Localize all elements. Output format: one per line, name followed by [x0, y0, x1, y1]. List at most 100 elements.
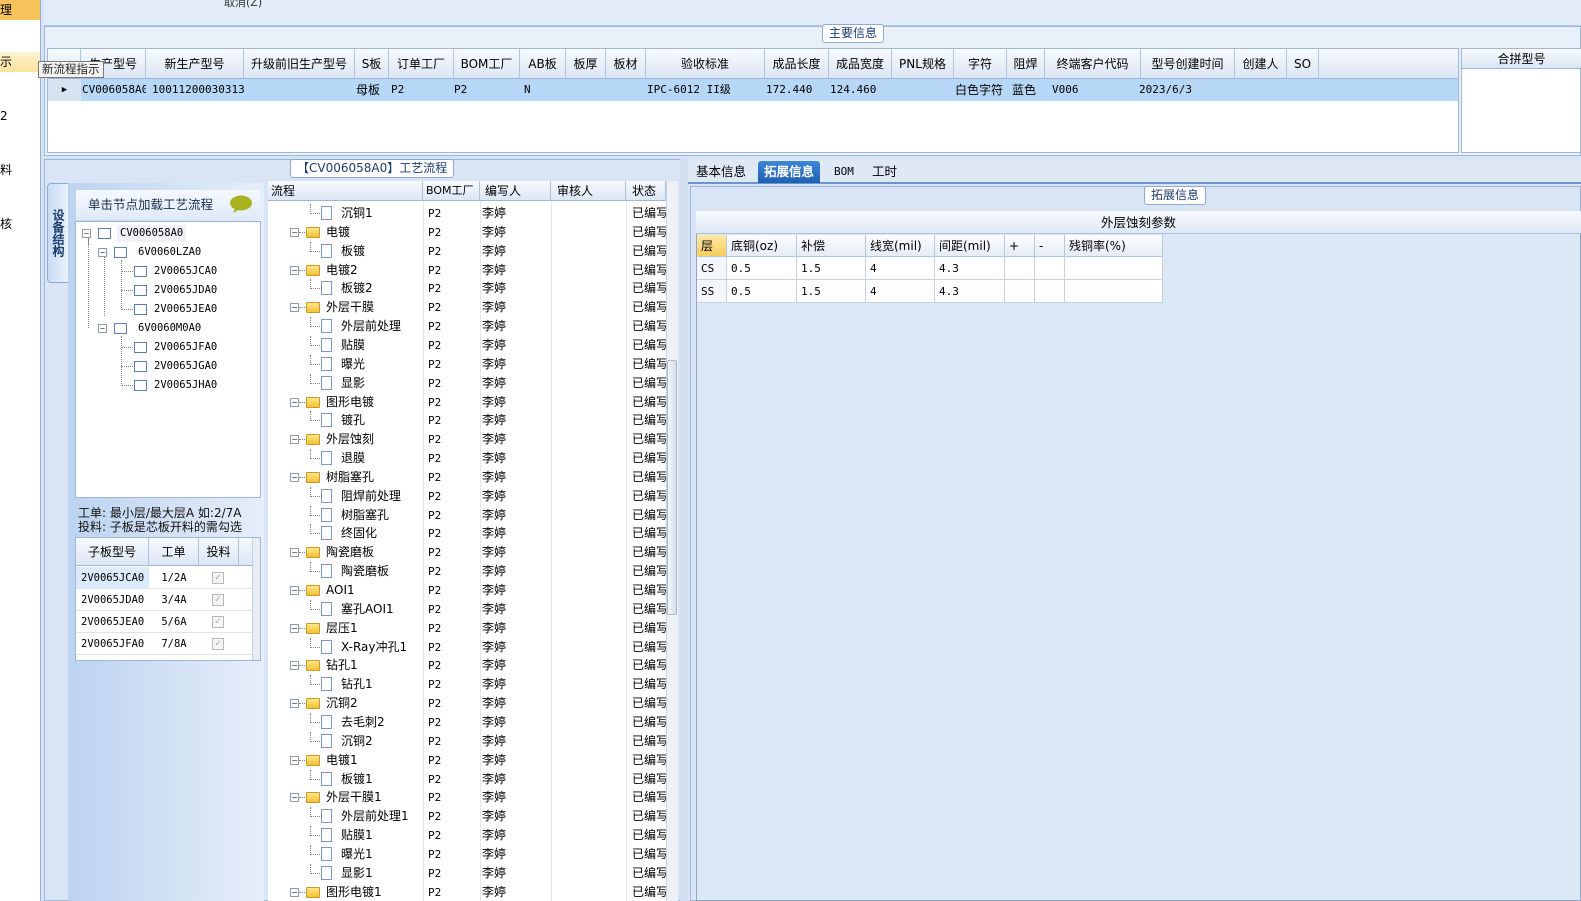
table-cell[interactable]: 母板 — [356, 79, 389, 101]
col-header[interactable]: 底铜(oz) — [727, 235, 797, 257]
collapse-icon[interactable]: − — [290, 265, 299, 275]
table-cell[interactable]: IPC-6012 II级 — [647, 79, 765, 101]
flow-row[interactable]: − 图形电镀 P2 李婷 已编写 — [268, 393, 666, 412]
scrollbar-thumb[interactable] — [667, 360, 677, 615]
col-header[interactable]: 补偿 — [797, 235, 866, 257]
flow-row[interactable]: 贴膜1 P2 李婷 已编写 — [268, 826, 666, 845]
table-cell[interactable]: 0.5 — [727, 280, 797, 303]
flow-row[interactable]: 板镀 P2 李婷 已编写 — [268, 241, 666, 261]
tab-extended-info[interactable]: 拓展信息 — [758, 161, 821, 183]
col-header[interactable]: 投料 — [199, 538, 239, 566]
col-header[interactable]: 型号创建时间 — [1141, 49, 1235, 79]
equipment-structure-tab[interactable]: 设备结构 — [47, 183, 69, 283]
flow-row[interactable]: 板镀2 P2 李婷 已编写 — [268, 279, 666, 298]
col-header[interactable]: - — [1035, 235, 1065, 257]
table-cell[interactable] — [1288, 79, 1319, 101]
flow-row[interactable]: 贴膜 P2 李婷 已编写 — [268, 335, 666, 355]
col-header[interactable]: SO — [1287, 49, 1319, 79]
table-row[interactable]: 2V0065JCA0 1/2A ✓ — [76, 567, 260, 589]
col-header[interactable]: 成品长度 — [765, 49, 829, 79]
col-header[interactable]: 线宽(mil) — [866, 235, 935, 257]
flow-row[interactable]: − 图形电镀1 P2 李婷 已编写 — [268, 883, 666, 901]
table-cell[interactable]: 4 — [866, 257, 935, 280]
table-row[interactable]: 2V0065JDA0 3/4A ✓ — [76, 589, 260, 611]
table-cell[interactable] — [893, 79, 954, 101]
flow-row[interactable]: − 电镀 P2 李婷 已编写 — [268, 223, 666, 242]
table-cell[interactable] — [1035, 257, 1065, 280]
table-cell[interactable]: CV006058A0 — [82, 79, 146, 101]
flow-row[interactable]: − AOI1 P2 李婷 已编写 — [268, 581, 666, 600]
col-header[interactable]: 残铜率(%) — [1065, 235, 1163, 257]
table-cell[interactable]: V006 — [1052, 79, 1141, 101]
col-header[interactable]: 板材 — [606, 49, 646, 79]
table-row[interactable]: ▶ CV006058A0 10011200030313 母板 P2 P2 N I… — [48, 79, 1458, 101]
collapse-icon[interactable]: − — [290, 397, 299, 407]
table-cell[interactable] — [1005, 257, 1035, 280]
table-cell[interactable]: 4 — [866, 280, 935, 303]
tab-bom[interactable]: BOM — [828, 161, 860, 183]
table-cell[interactable] — [1065, 257, 1163, 280]
table-cell[interactable]: 2V0065JCA0 — [76, 567, 149, 589]
table-cell[interactable]: 1/2A — [149, 567, 199, 589]
collapse-icon[interactable]: − — [290, 623, 299, 633]
table-cell[interactable] — [1005, 280, 1035, 303]
col-header[interactable]: 阻焊 — [1007, 49, 1045, 79]
flow-row[interactable]: 陶瓷磨板 P2 李婷 已编写 — [268, 562, 666, 581]
collapse-icon[interactable]: − — [98, 248, 107, 257]
flow-row[interactable]: 树脂塞孔 P2 李婷 已编写 — [268, 505, 666, 525]
col-header[interactable]: 验收标准 — [646, 49, 765, 79]
col-header[interactable]: 间距(mil) — [935, 235, 1005, 257]
collapse-icon[interactable]: − — [290, 548, 299, 558]
col-header[interactable]: BOM工厂 — [454, 49, 520, 79]
table-cell[interactable]: 7/8A — [149, 633, 199, 655]
checkbox[interactable]: ✓ — [212, 616, 224, 628]
col-header[interactable]: + — [1005, 235, 1035, 257]
flow-row[interactable]: − 电镀2 P2 李婷 已编写 — [268, 261, 666, 280]
collapse-icon[interactable]: − — [290, 303, 299, 313]
flow-row[interactable]: 塞孔AOI1 P2 李婷 已编写 — [268, 599, 666, 619]
tab-work-hours[interactable]: 工时 — [866, 161, 903, 183]
table-cell[interactable]: SS — [697, 280, 727, 303]
table-cell[interactable]: CS — [697, 257, 727, 280]
flow-row[interactable]: 沉铜2 P2 李婷 已编写 — [268, 731, 666, 751]
flow-row[interactable]: − 电镀1 P2 李婷 已编写 — [268, 751, 666, 770]
col-header[interactable]: 审核人 — [551, 181, 626, 201]
collapse-icon[interactable]: − — [290, 755, 299, 765]
collapse-icon[interactable]: − — [290, 793, 299, 803]
collapse-icon[interactable]: − — [290, 586, 299, 595]
table-cell[interactable] — [247, 79, 355, 101]
table-cell[interactable]: 172.440 — [766, 79, 829, 101]
table-cell[interactable]: 10011200030313 — [152, 79, 244, 101]
col-header[interactable]: 状态 — [626, 181, 666, 201]
collapse-icon[interactable]: − — [290, 472, 299, 482]
table-row[interactable]: 2V0065JEA0 5/6A ✓ — [76, 611, 260, 633]
collapse-icon[interactable]: − — [290, 887, 299, 897]
col-header[interactable]: AB板 — [520, 49, 566, 79]
table-cell[interactable] — [1236, 79, 1287, 101]
col-header[interactable]: PNL规格 — [892, 49, 954, 79]
collapse-icon[interactable]: − — [290, 699, 299, 709]
nav-item[interactable]: 核 — [0, 214, 40, 234]
flow-row[interactable]: − 层压1 P2 李婷 已编写 — [268, 619, 666, 638]
col-header[interactable]: BOM工厂 — [423, 181, 480, 201]
col-header[interactable]: 流程 — [268, 181, 423, 201]
table-cell[interactable]: 2V0065JFA0 — [76, 633, 149, 655]
nav-item[interactable]: 料 — [0, 160, 40, 180]
table-cell[interactable]: 2V0065JDA0 — [76, 589, 149, 611]
table-cell[interactable]: 蓝色 — [1012, 79, 1045, 101]
flow-row[interactable]: − 外层蚀刻 P2 李婷 已编写 — [268, 430, 666, 449]
flow-row[interactable]: 去毛刺2 P2 李婷 已编写 — [268, 712, 666, 732]
scrollbar[interactable] — [252, 538, 260, 660]
flow-row[interactable]: 显影1 P2 李婷 已编写 — [268, 863, 666, 883]
table-cell[interactable]: P2 — [391, 79, 454, 101]
col-header[interactable]: 创建人 — [1235, 49, 1287, 79]
col-header[interactable]: S板 — [355, 49, 389, 79]
tab-basic-info[interactable]: 基本信息 — [690, 161, 752, 183]
col-header[interactable]: 升级前旧生产型号 — [244, 49, 355, 79]
table-cell[interactable] — [1065, 280, 1163, 303]
table-cell[interactable] — [1035, 280, 1065, 303]
nav-item[interactable]: 示 — [0, 52, 40, 72]
col-header[interactable]: 层 — [697, 235, 727, 257]
flow-row[interactable]: − 外层干膜1 P2 李婷 已编写 — [268, 788, 666, 807]
flow-row[interactable]: 钻孔1 P2 李婷 已编写 — [268, 675, 666, 694]
